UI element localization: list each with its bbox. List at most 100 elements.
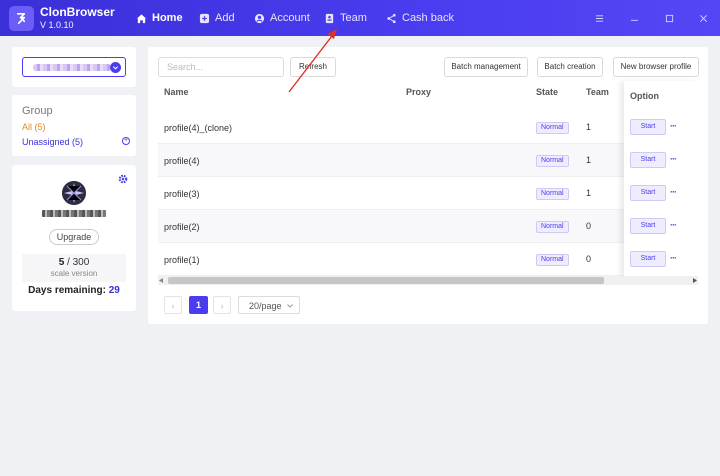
app-logo	[9, 6, 34, 31]
maximize-icon[interactable]	[662, 11, 676, 25]
status-badge: Normal	[536, 122, 569, 134]
horizontal-scrollbar[interactable]	[158, 276, 698, 285]
page-1-button[interactable]: 1	[189, 296, 208, 314]
avatar	[62, 181, 86, 205]
team-count: 1	[586, 188, 592, 198]
nav-account-label: Account	[270, 12, 310, 24]
profile-name: profile(3)	[164, 189, 200, 199]
start-button[interactable]: Start	[630, 251, 666, 267]
table-row[interactable]: profile(4) Normal 1	[158, 144, 698, 177]
account-dropdown[interactable]	[22, 57, 126, 77]
more-icon[interactable]: ···	[670, 187, 677, 197]
username-redacted	[42, 210, 106, 217]
column-header-state[interactable]: State	[536, 87, 558, 97]
batch-management-button[interactable]: Batch management	[444, 57, 528, 77]
table-row[interactable]: profile(4)_(clone) Normal 1	[158, 111, 698, 144]
more-icon[interactable]: ···	[670, 220, 677, 230]
batch-creation-button[interactable]: Batch creation	[537, 57, 603, 77]
usage-box: 5 / 300 scale version	[22, 254, 126, 282]
status-badge: Normal	[536, 221, 569, 233]
scroll-left-icon[interactable]	[159, 278, 164, 283]
profile-name: profile(1)	[164, 255, 200, 265]
group-panel: Group All (5) Unassigned (5) +	[12, 95, 136, 156]
start-button[interactable]: Start	[630, 218, 666, 234]
usage-total: / 300	[67, 257, 90, 268]
team-count: 1	[586, 122, 592, 132]
plus-square-icon	[199, 13, 210, 23]
status-badge: Normal	[536, 155, 569, 167]
add-group-icon[interactable]: +	[122, 137, 130, 145]
table-row[interactable]: profile(1) Normal 0	[158, 243, 698, 276]
minimize-icon[interactable]	[627, 11, 641, 25]
usage-caption: scale version	[50, 269, 98, 278]
nav-add-label: Add	[215, 12, 235, 24]
nav-add[interactable]: Add	[199, 0, 235, 36]
scrollbar-thumb[interactable]	[168, 277, 604, 284]
main-panel: Search... Refresh Batch management Batch…	[148, 47, 708, 324]
group-item-unassigned[interactable]: Unassigned (5)	[22, 137, 83, 147]
account-circle-icon	[254, 13, 265, 23]
column-header-option: Option	[630, 91, 659, 101]
logo-icon	[16, 12, 26, 25]
close-icon[interactable]	[696, 11, 710, 25]
team-count: 0	[586, 254, 592, 264]
group-item-label: Unassigned	[22, 137, 70, 147]
profile-panel: Upgrade 5 / 300 scale version Days remai…	[12, 165, 136, 311]
start-button[interactable]: Start	[630, 119, 666, 135]
team-count: 0	[586, 221, 592, 231]
page-size-value: 20/page	[249, 301, 282, 311]
group-item-label: All	[22, 122, 33, 132]
group-item-count: (5)	[72, 137, 84, 147]
top-bar: ClonBrowser V 1.0.10 Home Add Account Te…	[0, 0, 720, 36]
more-icon[interactable]: ···	[670, 154, 677, 164]
chevron-down-icon	[287, 304, 293, 308]
upgrade-button[interactable]: Upgrade	[49, 229, 99, 245]
table-row[interactable]: profile(2) Normal 0	[158, 210, 698, 243]
group-item-count: (5)	[34, 122, 46, 132]
profile-name: profile(4)	[164, 156, 200, 166]
account-select-panel	[12, 47, 136, 87]
gear-icon[interactable]	[118, 174, 128, 184]
column-header-name[interactable]: Name	[164, 87, 189, 97]
brand: ClonBrowser V 1.0.10	[40, 6, 115, 31]
more-icon[interactable]: ···	[670, 253, 677, 263]
table-row[interactable]: profile(3) Normal 1	[158, 177, 698, 210]
profile-name: profile(2)	[164, 222, 200, 232]
chevron-down-icon	[110, 62, 121, 73]
nav-team-label: Team	[340, 12, 367, 24]
search-input[interactable]: Search...	[158, 57, 284, 77]
group-title: Group	[22, 105, 53, 117]
option-column: Option Start ··· Start ··· Start ··· Sta…	[624, 81, 698, 277]
team-count: 1	[586, 155, 592, 165]
days-label: Days remaining:	[28, 285, 106, 296]
status-badge: Normal	[536, 188, 569, 200]
usage-used: 5	[58, 257, 65, 268]
days-value: 29	[108, 285, 120, 296]
column-header-team[interactable]: Team	[586, 87, 609, 97]
nav-cash-back-label: Cash back	[402, 12, 454, 24]
app-name: ClonBrowser	[40, 5, 115, 19]
scroll-right-icon[interactable]	[692, 278, 697, 283]
annotation-arrow-icon	[288, 29, 337, 93]
nav-home[interactable]: Home	[136, 0, 183, 36]
prev-page-button[interactable]: ‹	[164, 296, 182, 314]
share-icon	[387, 13, 396, 23]
days-remaining: Days remaining: 29	[12, 285, 136, 296]
menu-icon[interactable]	[592, 11, 606, 25]
home-icon	[136, 13, 147, 23]
new-browser-profile-button[interactable]: New browser profile	[613, 57, 699, 77]
usage-count: 5 / 300	[22, 257, 126, 268]
more-icon[interactable]: ···	[670, 121, 677, 131]
nav-cash-back[interactable]: Cash back	[386, 0, 454, 36]
app-version: V 1.0.10	[40, 20, 74, 30]
team-doc-icon	[325, 13, 334, 23]
group-item-all[interactable]: All (5)	[22, 122, 46, 132]
start-button[interactable]: Start	[630, 152, 666, 168]
next-page-button[interactable]: ›	[213, 296, 231, 314]
column-header-proxy[interactable]: Proxy	[406, 87, 431, 97]
nav-home-label: Home	[152, 12, 183, 24]
start-button[interactable]: Start	[630, 185, 666, 201]
profile-name: profile(4)_(clone)	[164, 123, 233, 133]
page-size-select[interactable]: 20/page	[238, 296, 300, 314]
account-name-redacted	[33, 64, 111, 71]
